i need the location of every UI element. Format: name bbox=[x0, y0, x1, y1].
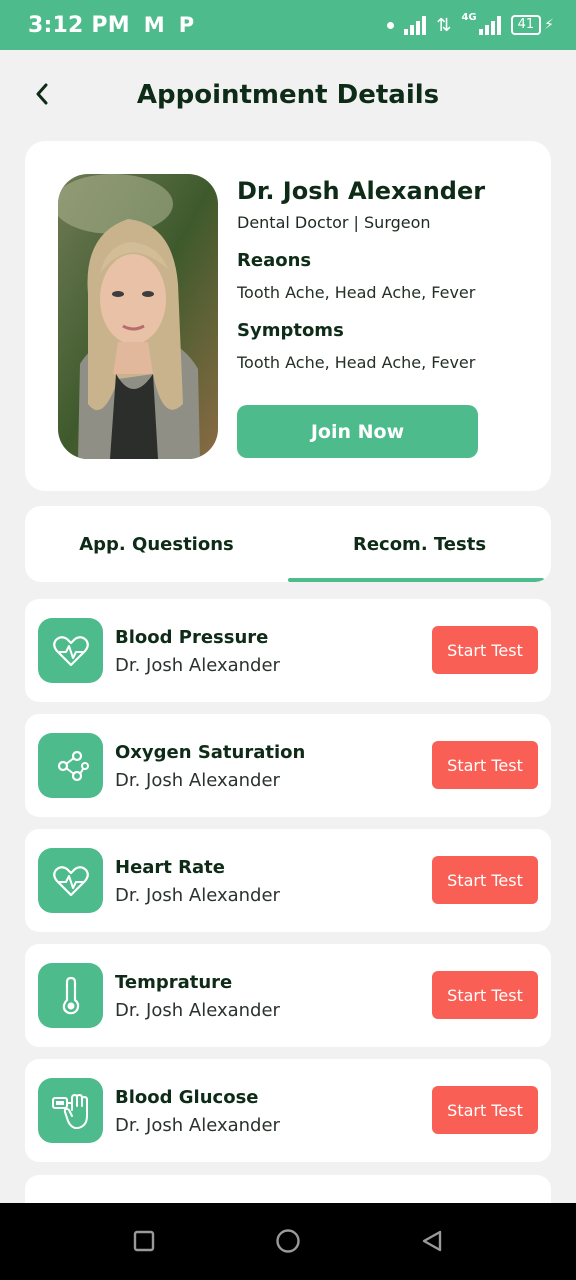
status-bar: 3:12 PM M P ⇅ 4G 41 ⚡ bbox=[0, 0, 576, 50]
home-icon[interactable] bbox=[272, 1225, 304, 1257]
battery-icon: 41 bbox=[510, 15, 542, 35]
start-test-button[interactable]: Start Test bbox=[432, 741, 538, 789]
doctor-card: Dr. Josh Alexander Dental Doctor | Surge… bbox=[25, 141, 551, 491]
test-card-temperature[interactable]: Temprature Dr. Josh Alexander Start Test bbox=[25, 944, 551, 1047]
start-test-button[interactable]: Start Test bbox=[432, 626, 538, 674]
test-doctor: Dr. Josh Alexander bbox=[115, 1115, 280, 1136]
test-doctor: Dr. Josh Alexander bbox=[115, 655, 280, 676]
test-doctor: Dr. Josh Alexander bbox=[115, 770, 280, 791]
doctor-info: Dr. Josh Alexander Dental Doctor | Surge… bbox=[237, 177, 537, 372]
test-card-oxygen-saturation[interactable]: Oxygen Saturation Dr. Josh Alexander Sta… bbox=[25, 714, 551, 817]
molecule-icon bbox=[38, 733, 103, 798]
test-doctor: Dr. Josh Alexander bbox=[115, 1000, 280, 1021]
charging-icon: ⚡ bbox=[544, 17, 554, 33]
network-type-label: 4G bbox=[461, 11, 477, 23]
signal-4g-icon bbox=[478, 15, 501, 35]
doctor-role: Dental Doctor | Surgeon bbox=[237, 213, 431, 232]
glucose-meter-icon bbox=[38, 1078, 103, 1143]
status-time: 3:12 PM bbox=[28, 12, 130, 38]
test-card-blood-pressure[interactable]: Blood Pressure Dr. Josh Alexander Start … bbox=[25, 599, 551, 702]
notification-dot-icon bbox=[387, 21, 395, 29]
tabs: App. Questions Recom. Tests bbox=[25, 506, 551, 582]
symptoms-label: Symptoms bbox=[237, 320, 344, 341]
test-title: Heart Rate bbox=[115, 857, 225, 878]
doctor-name: Dr. Josh Alexander bbox=[237, 177, 486, 205]
active-tab-indicator bbox=[288, 578, 544, 582]
reasons-label: Reaons bbox=[237, 250, 312, 271]
start-test-button[interactable]: Start Test bbox=[432, 1086, 538, 1134]
tab-app-questions[interactable]: App. Questions bbox=[25, 506, 288, 582]
gmail-icon: M bbox=[143, 13, 165, 37]
tab-recom-tests[interactable]: Recom. Tests bbox=[288, 506, 551, 582]
join-now-button[interactable]: Join Now bbox=[237, 405, 478, 458]
test-title: Blood Glucose bbox=[115, 1087, 259, 1108]
heart-pulse-icon bbox=[38, 618, 103, 683]
start-test-button[interactable]: Start Test bbox=[432, 971, 538, 1019]
reasons-text: Tooth Ache, Head Ache, Fever bbox=[237, 283, 476, 302]
heart-pulse-icon bbox=[38, 848, 103, 913]
test-list: Blood Pressure Dr. Josh Alexander Start … bbox=[25, 599, 551, 1174]
data-transfer-icon: ⇅ bbox=[436, 14, 452, 36]
app-header: Appointment Details bbox=[0, 50, 576, 142]
parking-icon: P bbox=[178, 13, 195, 37]
status-indicators: ⇅ 4G 41 ⚡ bbox=[387, 11, 554, 36]
doctor-photo bbox=[58, 174, 218, 459]
test-card-heart-rate[interactable]: Heart Rate Dr. Josh Alexander Start Test bbox=[25, 829, 551, 932]
signal-icon bbox=[404, 15, 427, 35]
recent-apps-icon[interactable] bbox=[128, 1225, 160, 1257]
start-test-button[interactable]: Start Test bbox=[432, 856, 538, 904]
test-title: Blood Pressure bbox=[115, 627, 269, 648]
thermometer-icon bbox=[38, 963, 103, 1028]
system-nav-bar bbox=[0, 1203, 576, 1280]
symptoms-text: Tooth Ache, Head Ache, Fever bbox=[237, 353, 476, 372]
test-doctor: Dr. Josh Alexander bbox=[115, 885, 280, 906]
test-title: Temprature bbox=[115, 972, 233, 993]
back-nav-icon[interactable] bbox=[416, 1225, 448, 1257]
test-title: Oxygen Saturation bbox=[115, 742, 306, 763]
page-title: Appointment Details bbox=[136, 80, 440, 110]
test-card-blood-glucose[interactable]: Blood Glucose Dr. Josh Alexander Start T… bbox=[25, 1059, 551, 1162]
